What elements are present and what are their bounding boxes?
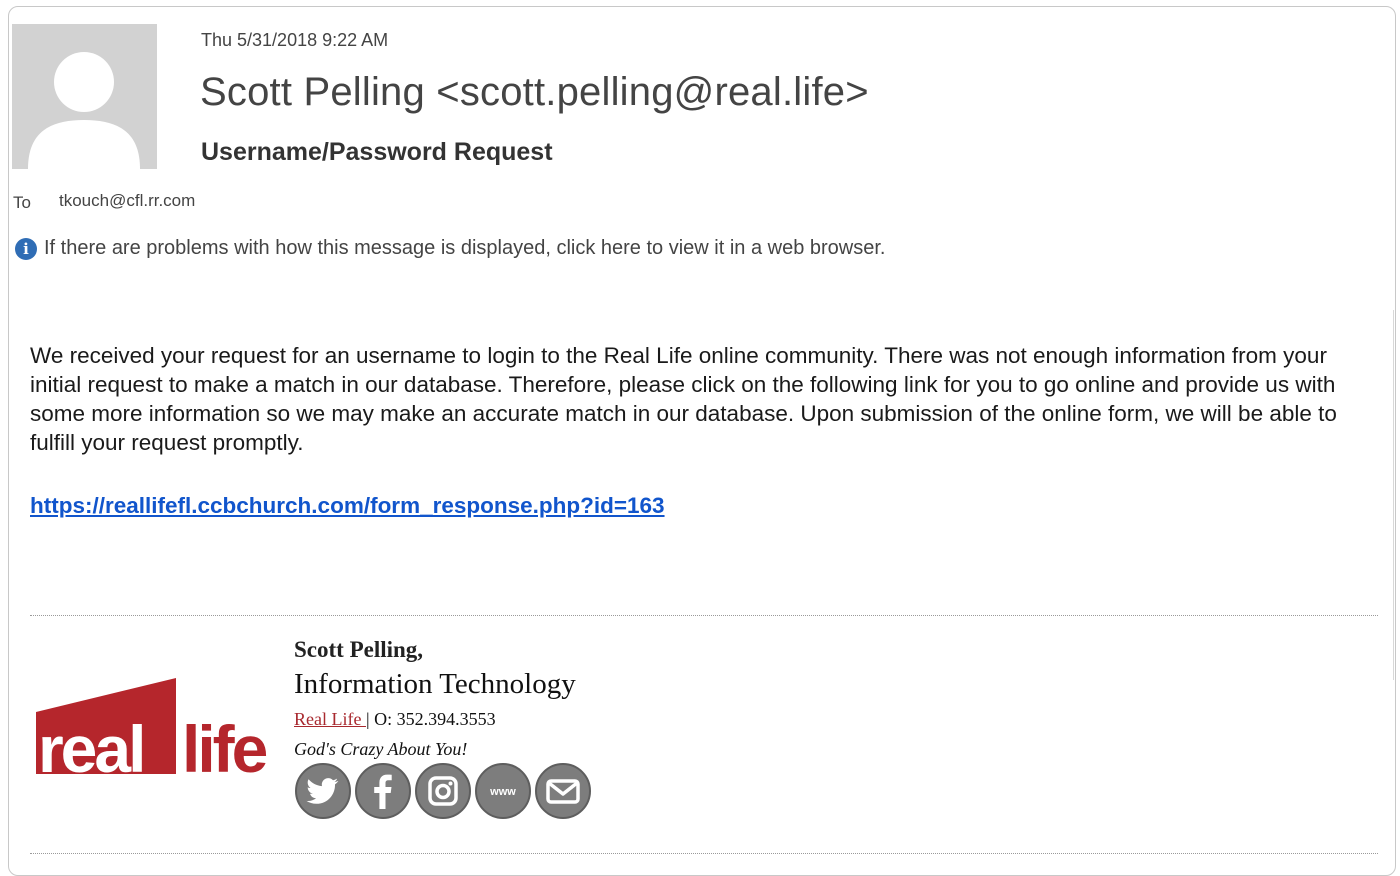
signature-org-link[interactable]: Real Life [294, 709, 366, 729]
person-placeholder-icon [28, 52, 140, 169]
instagram-icon[interactable] [414, 762, 472, 820]
recipient-address[interactable]: tkouch@cfl.rr.com [59, 191, 195, 211]
signature-contact: Real Life | O: 352.394.3553 [294, 709, 496, 730]
info-bar-text[interactable]: If there are problems with how this mess… [44, 237, 885, 260]
scrollbar[interactable] [1393, 310, 1398, 680]
sender-avatar [12, 24, 157, 169]
email-icon[interactable] [534, 762, 592, 820]
signature-phone: | O: 352.394.3553 [365, 709, 496, 729]
svg-text:life: life [182, 712, 267, 786]
real-life-logo: real life [34, 676, 294, 786]
website-icon[interactable]: www [474, 762, 532, 820]
form-response-link[interactable]: https://reallifefl.ccbchurch.com/form_re… [30, 493, 665, 519]
twitter-icon[interactable] [294, 762, 352, 820]
signature-divider-bottom [30, 853, 1378, 854]
signature-tagline: God's Crazy About You! [294, 739, 468, 759]
svg-text:real: real [38, 712, 143, 786]
facebook-icon[interactable] [354, 762, 412, 820]
message-subject: Username/Password Request [201, 138, 553, 166]
signature-title: Information Technology [294, 668, 576, 700]
website-icon-text: www [489, 786, 516, 798]
sender-name[interactable]: Scott Pelling <scott.pelling@real.life> [200, 70, 869, 115]
signature-name: Scott Pelling, [294, 637, 424, 662]
info-bar[interactable]: i If there are problems with how this me… [15, 237, 885, 260]
info-icon: i [15, 237, 37, 260]
to-label: To [13, 193, 31, 212]
signature-divider-top [30, 615, 1378, 616]
message-date: Thu 5/31/2018 9:22 AM [201, 30, 389, 50]
social-links: www [294, 762, 594, 820]
message-body: We received your request for an username… [30, 343, 1337, 455]
